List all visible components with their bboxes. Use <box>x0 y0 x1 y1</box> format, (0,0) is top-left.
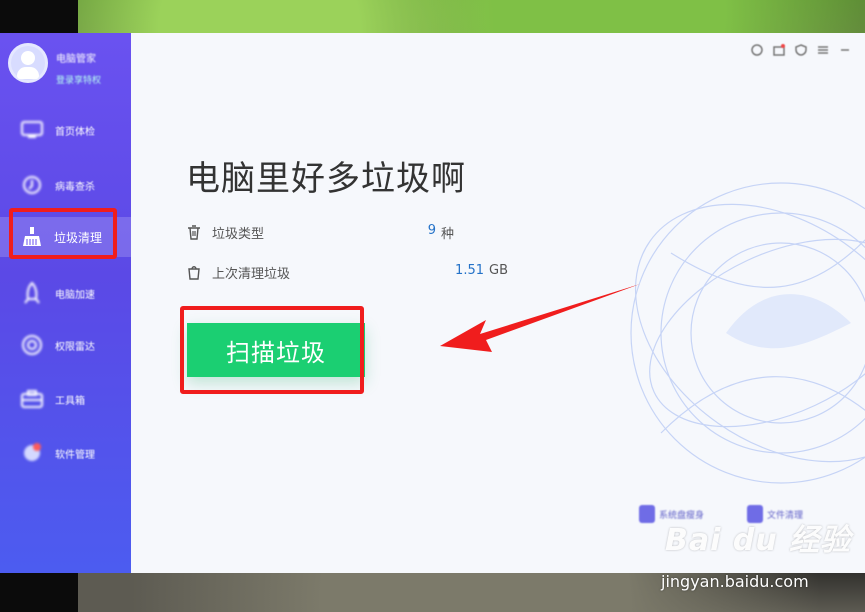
sidebar-item-label: 软件管理 <box>55 450 95 461</box>
profile-area[interactable]: 电脑管家 登录享特权 <box>6 41 131 91</box>
minimize-icon[interactable] <box>839 41 851 53</box>
watermark-logo: Bai du 经验 <box>665 523 852 558</box>
page-title: 电脑里好多垃圾啊 <box>186 159 466 199</box>
sidebar-item-label: 工具箱 <box>55 396 85 407</box>
sidebar-item-virus-scan[interactable]: 病毒查杀 <box>0 165 131 205</box>
stat-value: 9 <box>427 223 436 238</box>
app-window: 电脑管家 登录享特权 首页体检 病毒查杀 垃圾清理 电脑加速 权限雷达 工具箱 … <box>0 33 865 573</box>
stat-label: 上次清理垃圾 <box>212 267 291 282</box>
sidebar-item-software-manager[interactable]: 软件管理 <box>0 433 131 473</box>
sidebar-item-toolbox[interactable]: 工具箱 <box>0 379 131 419</box>
sidebar-item-label: 权限雷达 <box>55 342 95 353</box>
message-icon[interactable] <box>773 41 785 56</box>
monitor-icon <box>20 119 44 141</box>
annotation-arrow-icon <box>440 284 640 352</box>
sidebar-item-label: 病毒查杀 <box>55 182 95 193</box>
shield-icon <box>20 174 44 196</box>
annotation-highlight-scan-button <box>180 306 364 394</box>
sidebar-item-permission-radar[interactable]: 权限雷达 <box>0 325 131 365</box>
baidu-watermark: Bai du 经验 <box>665 515 851 559</box>
rocket-icon <box>20 282 44 304</box>
sidebar-item-label: 首页体检 <box>55 127 95 138</box>
watermark-url: jingyan.baidu.com <box>661 572 809 591</box>
avatar[interactable] <box>8 43 48 83</box>
trash-icon <box>186 224 202 240</box>
apps-icon <box>20 442 44 464</box>
sidebar-item-home-checkup[interactable]: 首页体检 <box>0 110 131 150</box>
menu-icon[interactable] <box>817 41 829 54</box>
radar-icon <box>20 334 44 356</box>
toolbox-icon <box>20 388 44 410</box>
profile-subtitle[interactable]: 登录享特权 <box>56 73 101 86</box>
sidebar: 电脑管家 登录享特权 首页体检 病毒查杀 垃圾清理 电脑加速 权限雷达 工具箱 … <box>0 33 131 573</box>
sidebar-item-speed-up[interactable]: 电脑加速 <box>0 273 131 313</box>
clean-bag-icon <box>186 264 202 280</box>
stat-unit: 种 <box>441 227 455 242</box>
stat-value: 1.51 <box>455 263 484 278</box>
stat-label: 垃圾类型 <box>212 227 265 242</box>
shield-small-icon[interactable] <box>795 41 807 56</box>
profile-name: 电脑管家 <box>56 54 96 65</box>
window-controls <box>751 41 851 57</box>
sidebar-item-label: 电脑加速 <box>55 290 95 301</box>
stat-unit: GB <box>489 263 508 278</box>
annotation-highlight-sidebar <box>9 208 117 259</box>
disk-icon <box>639 505 655 523</box>
skin-icon[interactable] <box>751 41 763 56</box>
